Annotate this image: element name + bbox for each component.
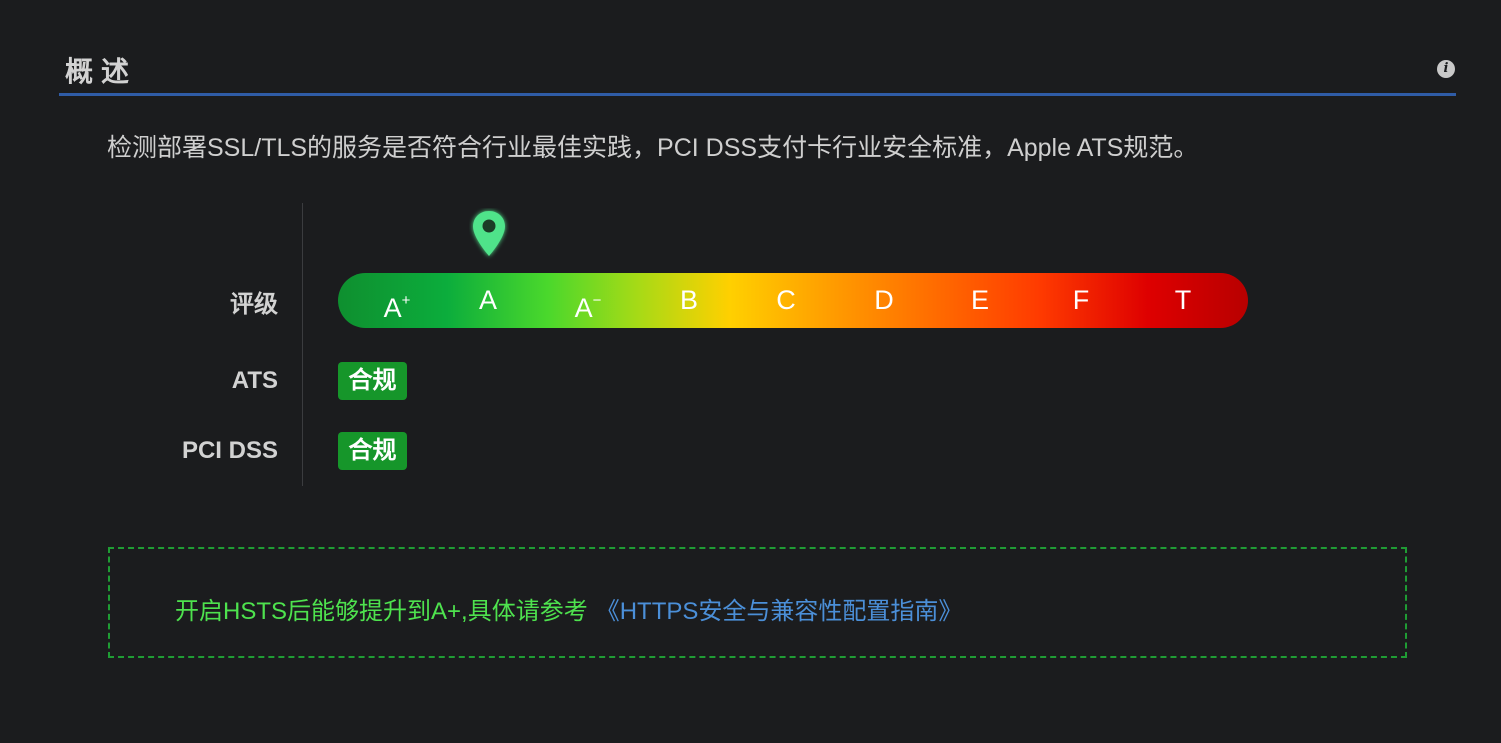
ats-status-badge: 合规 xyxy=(338,362,407,400)
grade-9: T xyxy=(1175,273,1192,328)
grade-letter: D xyxy=(874,285,894,315)
grade-letter: A xyxy=(478,285,498,315)
grade-modifier: − xyxy=(592,292,602,309)
tip-message: 开启HSTS后能够提升到A+,具体请参考 xyxy=(175,598,588,625)
grade-modifier: + xyxy=(401,292,411,309)
pci-dss-status-badge: 合规 xyxy=(338,432,407,470)
grade-6: D xyxy=(874,273,894,328)
tip-text-line: 开启HSTS后能够提升到A+,具体请参考 《HTTPS安全与兼容性配置指南》 xyxy=(175,591,962,626)
hsts-tip-box: 开启HSTS后能够提升到A+,具体请参考 《HTTPS安全与兼容性配置指南》 xyxy=(108,547,1407,658)
pci-dss-label: PCI DSS xyxy=(181,437,278,464)
grade-letter: A xyxy=(574,293,593,323)
section-description: 检测部署SSL/TLS的服务是否符合行业最佳实践，PCI DSS支付卡行业安全标… xyxy=(107,134,1199,162)
ats-label: ATS xyxy=(231,367,278,394)
grade-7: E xyxy=(971,273,989,328)
grade-letter: F xyxy=(1072,285,1090,315)
section-header: 概述 i xyxy=(59,44,1456,96)
grade-4: B xyxy=(680,273,698,328)
vertical-divider xyxy=(302,203,303,486)
rating-label: 评级 xyxy=(230,291,278,318)
grade-letter: B xyxy=(679,285,699,315)
grade-8: F xyxy=(1073,273,1090,328)
section-title: 概述 xyxy=(65,56,138,87)
grade-3: A− xyxy=(575,273,602,328)
info-icon[interactable]: i xyxy=(1437,60,1455,78)
grade-scale-bar: A+ A A− B C D E F T xyxy=(338,273,1248,328)
grade-letter: E xyxy=(970,285,990,315)
grade-2: A xyxy=(479,273,497,328)
grade-5: C xyxy=(776,273,796,328)
config-guide-link[interactable]: 《HTTPS安全与兼容性配置指南》 xyxy=(596,598,963,625)
grade-1: A+ xyxy=(384,273,411,328)
map-pin-icon xyxy=(473,211,505,256)
grade-letter: C xyxy=(776,285,796,315)
grade-letter: T xyxy=(1174,285,1192,315)
grade-letter: A xyxy=(383,293,402,323)
